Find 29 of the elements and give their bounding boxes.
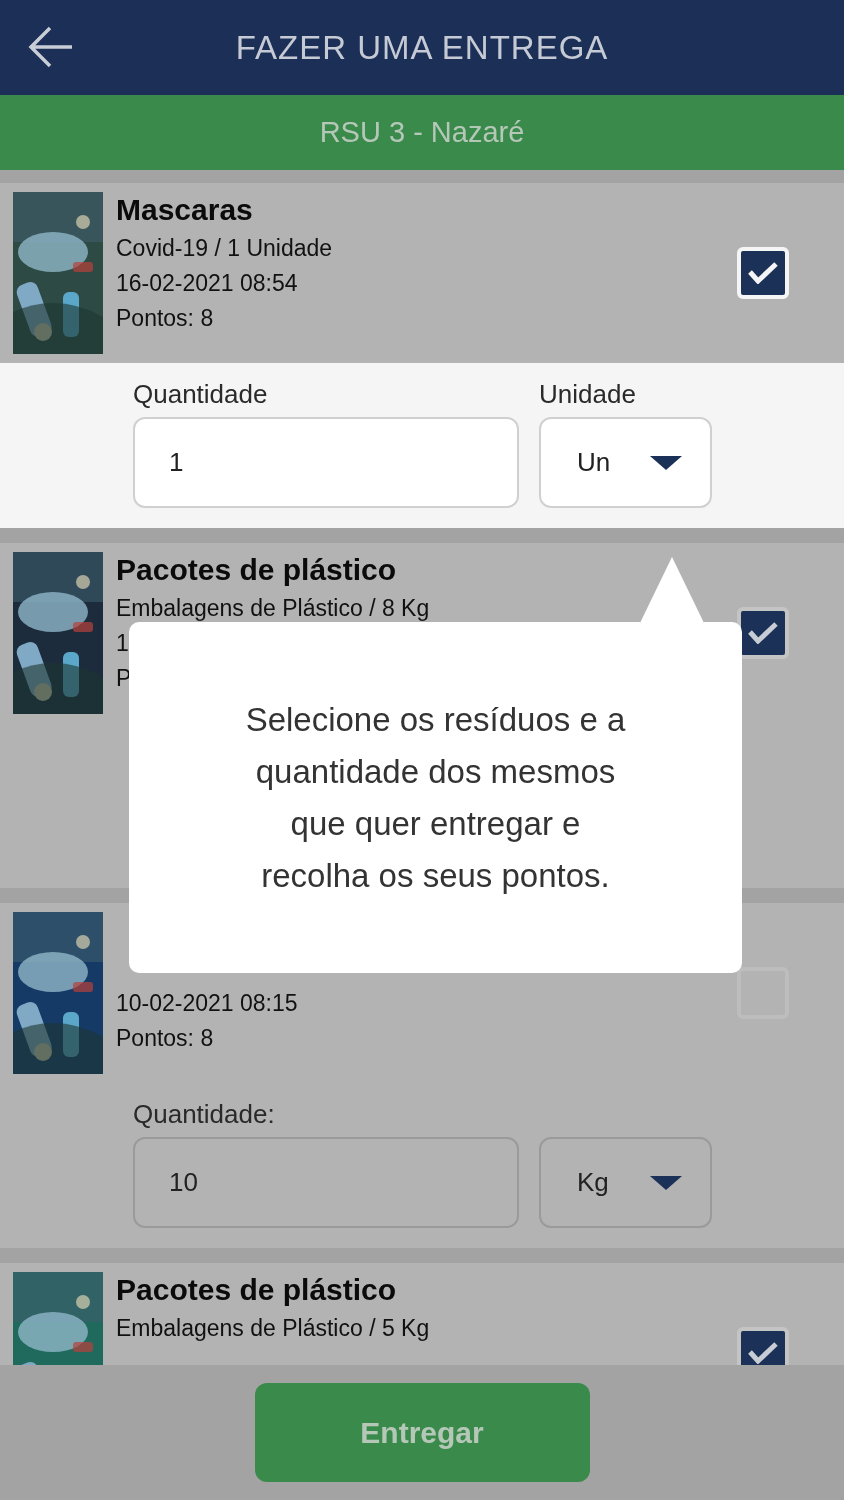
field-label: Unidade bbox=[539, 379, 637, 411]
waste-points: Pontos: 8 bbox=[116, 1024, 215, 1053]
check-icon bbox=[748, 1342, 778, 1364]
quantity-field[interactable]: 1 bbox=[133, 417, 519, 508]
waste-category: Covid-19 / 1 Unidade bbox=[116, 234, 334, 263]
field-label: Quantidade bbox=[133, 379, 269, 411]
checkbox[interactable] bbox=[737, 607, 789, 659]
waste-category: Embalagens de Plástico / 8 Kg bbox=[116, 594, 431, 623]
waste-category: Embalagens de Plástico / 5 Kg bbox=[116, 1314, 431, 1343]
check-icon bbox=[748, 622, 778, 644]
tooltip-text: Selecione os resíduos e a quantidade dos mesmos que quer entregar e recolha os seus pontos. bbox=[244, 699, 627, 896]
waste-date: 1 bbox=[116, 629, 130, 658]
waste-title: Mascaras bbox=[116, 193, 254, 228]
unit-dropdown[interactable]: Kg bbox=[539, 1137, 712, 1228]
unit-dropdown[interactable]: Un bbox=[539, 417, 712, 508]
waste-title: Pacotes de plástico bbox=[116, 553, 398, 588]
caret-icon bbox=[650, 455, 682, 470]
check-icon bbox=[748, 262, 778, 284]
location-bar: RSU 3 - Nazaré bbox=[0, 95, 844, 170]
screen-title: FAZER UMA ENTREGA bbox=[235, 28, 609, 67]
waste-title: Pacotes de plástico bbox=[116, 1273, 398, 1308]
waste-points: Pontos: 8 bbox=[116, 304, 215, 333]
quantity-field[interactable]: 10 bbox=[133, 1137, 519, 1228]
waste-date: 10-02-2021 08:15 bbox=[116, 989, 299, 1018]
checkbox[interactable] bbox=[737, 967, 789, 1019]
checkbox[interactable] bbox=[737, 1327, 789, 1365]
waste-date: 16-02-2021 08:54 bbox=[116, 269, 299, 298]
field-label: Quantidade: bbox=[133, 1099, 276, 1131]
caret-icon bbox=[650, 1175, 682, 1190]
